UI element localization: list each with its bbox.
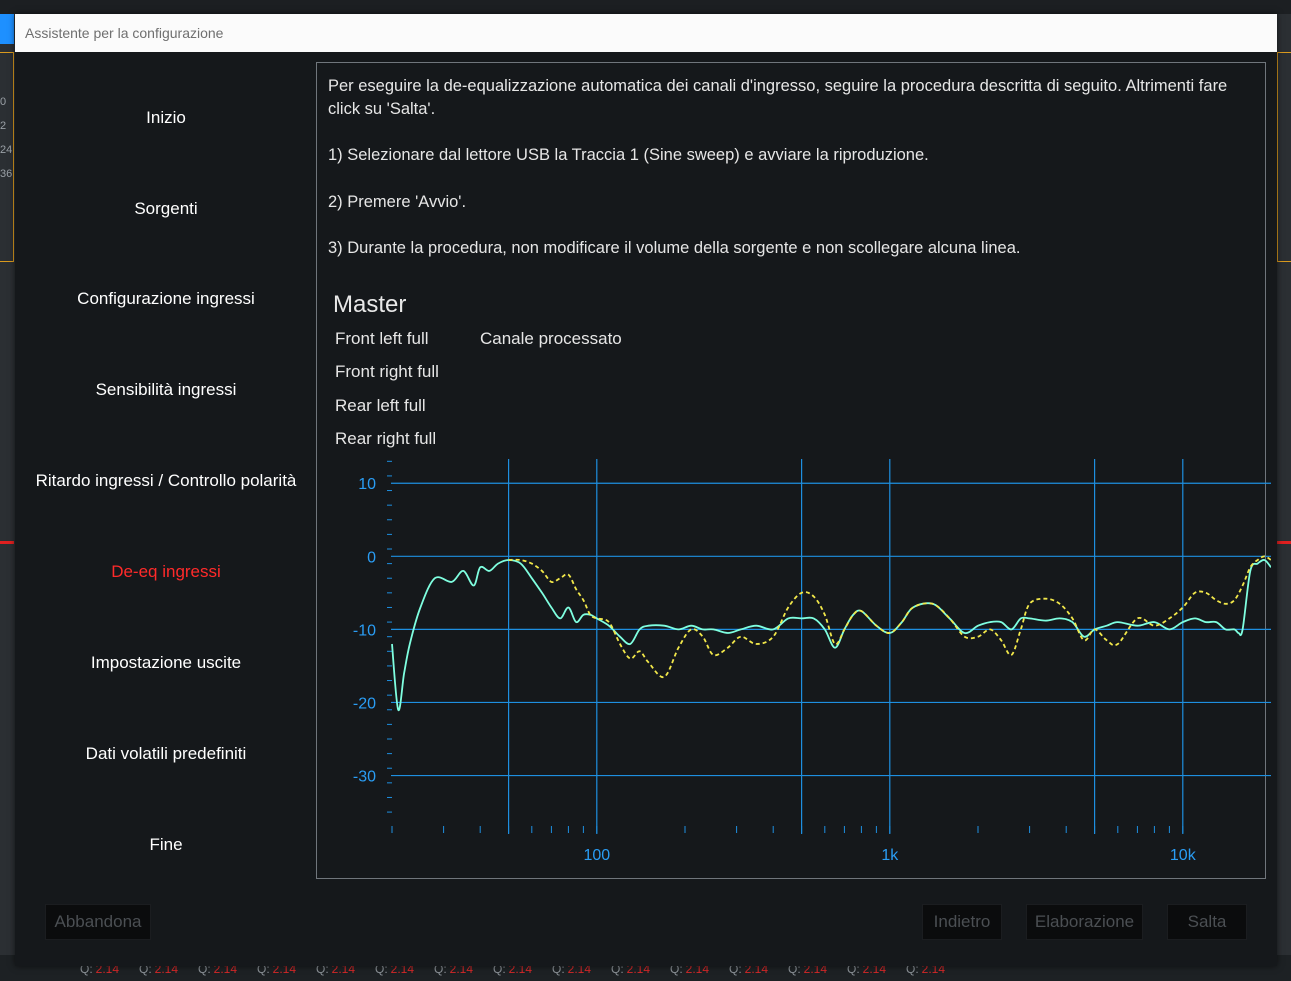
group-title: Master (333, 291, 407, 318)
step-sorgenti[interactable]: Sorgenti (15, 199, 317, 219)
step-ritardo-ingressi[interactable]: Ritardo ingressi / Controllo polarità (15, 471, 317, 491)
step-de-eq-ingressi[interactable]: De-eq ingressi (15, 562, 317, 582)
back-button[interactable]: Indietro (922, 904, 1002, 940)
step-inizio[interactable]: Inizio (15, 108, 317, 128)
background-ticks: 0 2 24 36 (0, 90, 12, 186)
y-tick-label: 10 (358, 476, 376, 493)
step-fine[interactable]: Fine (15, 835, 317, 855)
x-tick-label: 1k (881, 847, 899, 864)
dialog-titlebar[interactable]: Assistente per la configurazione (15, 14, 1277, 52)
dialog-title: Assistente per la configurazione (25, 25, 224, 41)
setup-wizard-dialog: Assistente per la configurazione Inizio … (15, 14, 1277, 966)
background-tick: 36 (0, 168, 13, 180)
background-tick: 0 (0, 96, 7, 108)
instructions-step-1: 1) Selezionare dal lettore USB la Tracci… (328, 146, 929, 164)
step-impostazione-uscite[interactable]: Impostazione uscite (15, 653, 317, 673)
processed-channel-label: Canale processato (480, 329, 622, 348)
abandon-button[interactable]: Abbandona (45, 904, 151, 940)
background-accent (0, 14, 14, 44)
x-tick-label: 10k (1170, 847, 1197, 864)
channel-front-left[interactable]: Front left full (335, 329, 429, 349)
background-app-bar (0, 0, 1291, 14)
channel-rear-right[interactable]: Rear right full (335, 429, 436, 449)
process-button[interactable]: Elaborazione (1026, 904, 1143, 940)
background-tick: 24 (0, 144, 13, 156)
background-panel-right (1277, 52, 1291, 262)
instructions-step-2: 2) Premere 'Avvio'. (328, 193, 467, 211)
instructions-step-3: 3) Durante la procedura, non modificare … (328, 239, 1021, 257)
channel-rear-left[interactable]: Rear left full (335, 396, 426, 416)
background-tick: 2 (0, 120, 7, 132)
instructions-intro: Per eseguire la de-equalizzazione automa… (328, 77, 1228, 118)
step-dati-volatili[interactable]: Dati volatili predefiniti (15, 744, 317, 764)
skip-button[interactable]: Salta (1167, 904, 1247, 940)
frequency-response-chart: 100-10-20-30100 1k 10k (353, 459, 1271, 864)
background-marker-right (1277, 541, 1291, 544)
y-tick-label: 0 (367, 549, 376, 566)
channel-front-right[interactable]: Front right full (335, 362, 439, 382)
step-sensibilita-ingressi[interactable]: Sensibilità ingressi (15, 380, 317, 400)
step-configurazione-ingressi[interactable]: Configurazione ingressi (15, 289, 317, 309)
background-marker-left (0, 541, 14, 544)
x-tick-label: 100 (583, 847, 610, 864)
y-tick-label: -30 (353, 769, 376, 786)
y-tick-label: -10 (353, 622, 376, 639)
y-tick-label: -20 (353, 695, 376, 712)
